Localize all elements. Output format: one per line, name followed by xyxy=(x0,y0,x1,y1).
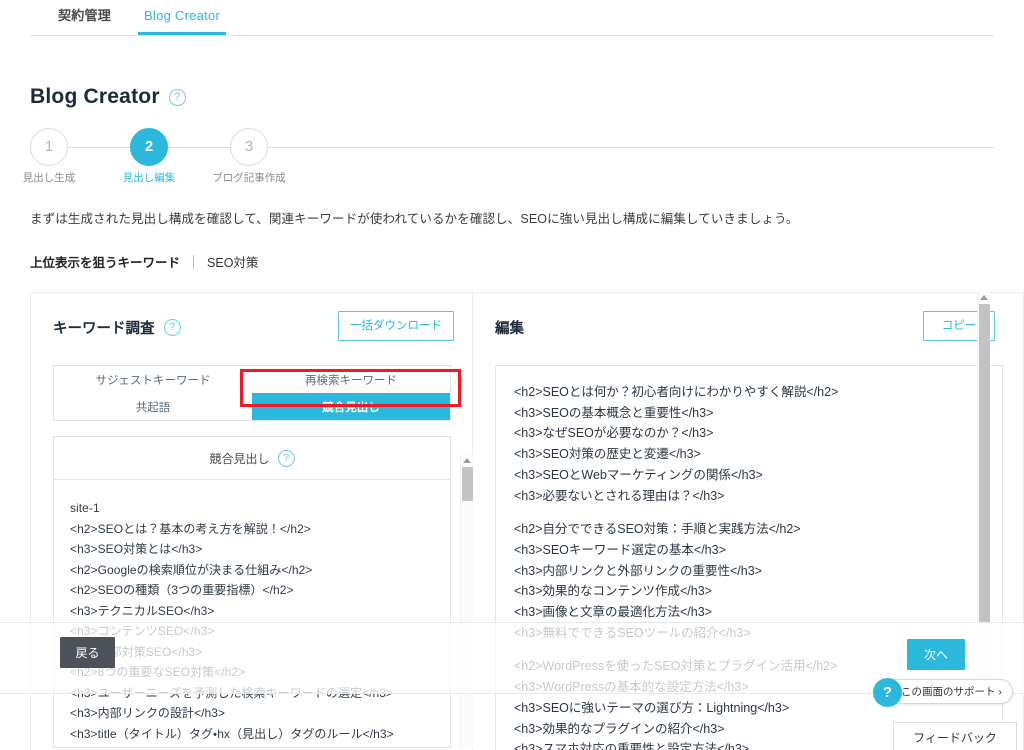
competitor-headings-help-icon[interactable]: ? xyxy=(278,450,295,467)
step-circle-2[interactable]: 2 xyxy=(130,128,168,166)
page-title: Blog Creator? xyxy=(30,85,186,109)
competitor-list-scrollbar[interactable] xyxy=(460,455,473,747)
editor-header: 編集 コピー xyxy=(473,293,1023,359)
step-circle-1[interactable]: 1 xyxy=(30,128,68,166)
list-item: <h3>title（タイトル）タグ・hx（見出し）タグのルール</h3> xyxy=(70,724,434,745)
list-item: <h3>コンテンツSEO</h3> xyxy=(70,621,434,642)
list-item: <h2>8つの重要なSEO対策</h2> xyxy=(70,662,434,683)
editor-title: 編集 xyxy=(495,317,524,338)
target-keyword-value: SEO対策 xyxy=(207,252,258,271)
keyword-research-title-text: キーワード調査 xyxy=(53,321,155,337)
step-label-2: 見出し編集 xyxy=(100,170,198,185)
competitor-headings-panel-header: 競合見出し ? xyxy=(54,437,450,480)
question-mark-icon: ? xyxy=(873,678,902,707)
list-item: <h3>外部対策SEO</h3> xyxy=(70,642,434,663)
editor-line: <h3>画像と文章の最適化方法</h3> xyxy=(514,602,984,623)
back-button[interactable]: 戻る xyxy=(60,637,115,668)
scroll-up-arrow-icon[interactable] xyxy=(463,458,471,463)
tab-bar-divider xyxy=(30,35,994,36)
editor-line: <h3>SEOとWebマーケティングの関係</h3> xyxy=(514,465,984,486)
screen-support-label: この画面のサポート › xyxy=(901,684,1002,699)
tab-blog-creator[interactable]: Blog Creator xyxy=(138,4,226,32)
bulk-download-button[interactable]: 一括ダウンロード xyxy=(338,311,454,341)
editor-line: <h3>内部リンクと外部リンクの重要性</h3> xyxy=(514,561,984,582)
step-connector-trailing xyxy=(268,147,994,148)
editor-line: <h3>SEOキーワード選定の基本</h3> xyxy=(514,540,984,561)
step-connector-1-2 xyxy=(68,147,130,148)
tab-contract-management[interactable]: 契約管理 xyxy=(52,4,117,32)
scrollbar-thumb[interactable] xyxy=(979,304,990,622)
editor-line: <h3>必要ないとされる理由は？</h3> xyxy=(514,486,984,507)
top-tab-bar: 契約管理 Blog Creator xyxy=(0,0,1024,36)
step-circle-3[interactable]: 3 xyxy=(230,128,268,166)
instruction-text: まずは生成された見出し構成を確認して、関連キーワードが使われているかを確認し、S… xyxy=(30,208,799,227)
keyword-research-help-icon[interactable]: ? xyxy=(164,319,181,336)
modal-dim-band-top-rule xyxy=(0,622,1024,623)
list-item: <h3>テクニカルSEO</h3> xyxy=(70,601,434,622)
target-keyword-row: 上位表示を狙うキーワード SEO対策 xyxy=(30,252,258,271)
page-title-text: Blog Creator xyxy=(30,85,160,108)
modal-dim-band-bottom-rule xyxy=(0,693,1024,694)
list-item: <h3>SEO対策とは</h3> xyxy=(70,539,434,560)
editor-line: <h2>SEOとは何か？初心者向けにわかりやすく解説</h2> xyxy=(514,382,984,403)
keyword-tab-research[interactable]: 再検索キーワード xyxy=(252,366,450,393)
keyword-research-card: キーワード調査? 一括ダウンロード サジェストキーワード 再検索キーワード 共起… xyxy=(30,292,473,750)
list-item: <h3>内部リンクの設計</h3> xyxy=(70,703,434,724)
scrollbar-thumb[interactable] xyxy=(462,467,473,501)
progress-stepper: 1 2 3 見出し生成 見出し編集 ブログ記事作成 xyxy=(0,128,1024,186)
editor-line: <h3>なぜSEOが必要なのか？</h3> xyxy=(514,423,984,444)
feedback-button[interactable]: フィードバック xyxy=(893,722,1017,750)
list-item: <h3>コンテンツの質と量</h3> xyxy=(70,744,434,747)
competitor-headings-panel-title: 競合見出し xyxy=(209,450,269,467)
step-label-1: 見出し生成 xyxy=(0,170,98,185)
next-button[interactable]: 次へ xyxy=(907,639,965,670)
keyword-research-header: キーワード調査? 一括ダウンロード xyxy=(31,293,472,359)
competitor-headings-panel: 競合見出し ? site-1 <h2>SEOとは？基本の考え方を解説！</h2>… xyxy=(53,436,451,748)
keyword-source-tab-grid: サジェストキーワード 再検索キーワード 共起語 競合見出し xyxy=(53,365,451,421)
competitor-headings-list[interactable]: site-1 <h2>SEOとは？基本の考え方を解説！</h2> <h3>SEO… xyxy=(54,480,450,747)
vertical-divider xyxy=(193,255,194,269)
scroll-up-arrow-icon[interactable] xyxy=(980,295,988,300)
editor-block-gap xyxy=(514,506,984,519)
keyword-tab-competitor-headings[interactable]: 競合見出し xyxy=(252,393,450,420)
page-title-help-icon[interactable]: ? xyxy=(169,89,186,106)
keyword-tab-cooccurrence[interactable]: 共起語 xyxy=(54,393,252,420)
step-connector-2-3 xyxy=(168,147,230,148)
keyword-research-title: キーワード調査? xyxy=(53,317,181,338)
list-item: site-1 xyxy=(70,498,434,519)
editor-line: <h3>効果的なコンテンツ作成</h3> xyxy=(514,581,984,602)
list-item: <h2>Googleの検索順位が決まる仕組み</h2> xyxy=(70,560,434,581)
app-root: 契約管理 Blog Creator Blog Creator? 1 2 3 見出… xyxy=(0,0,1024,750)
editor-line: <h3>SEOの基本概念と重要性</h3> xyxy=(514,403,984,424)
list-item: <h2>SEOの種類（3つの重要指標）</h2> xyxy=(70,580,434,601)
step-label-3: ブログ記事作成 xyxy=(200,170,298,185)
editor-line: <h2>自分でできるSEO対策：手順と実践方法</h2> xyxy=(514,519,984,540)
editor-line: <h3>SEO対策の歴史と変遷</h3> xyxy=(514,444,984,465)
target-keyword-label: 上位表示を狙うキーワード xyxy=(30,252,180,271)
keyword-tab-suggest[interactable]: サジェストキーワード xyxy=(54,366,252,393)
list-item: <h2>SEOとは？基本の考え方を解説！</h2> xyxy=(70,519,434,540)
screen-support-pill[interactable]: ? この画面のサポート › xyxy=(874,679,1013,704)
